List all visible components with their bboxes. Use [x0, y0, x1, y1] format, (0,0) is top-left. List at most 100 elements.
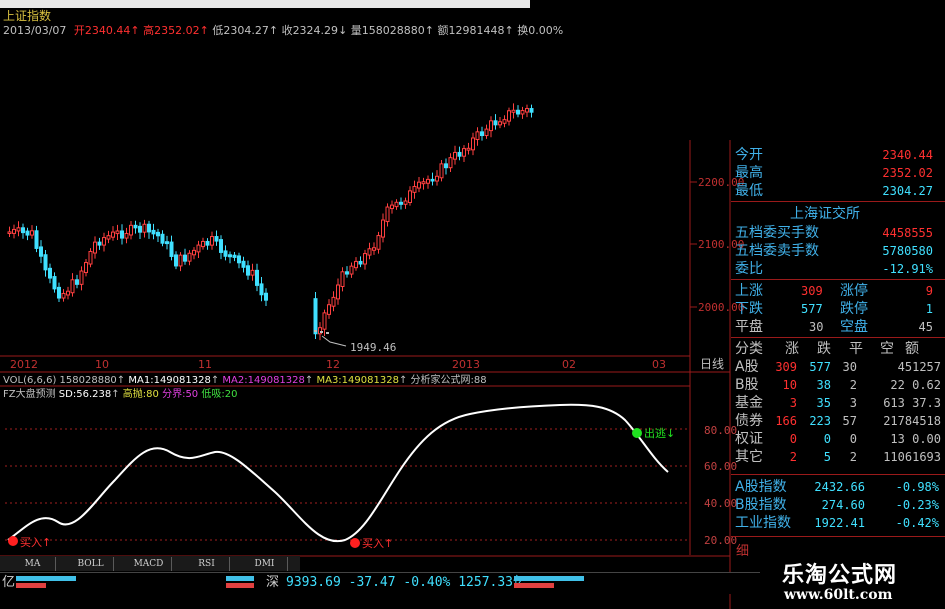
candle-body — [426, 178, 430, 184]
quote-row-open: 今开 2340.44 — [735, 147, 933, 163]
breadth-bar-2 — [16, 583, 46, 588]
index-row[interactable]: A股指数 2432.66 -0.98% — [735, 478, 943, 496]
classification-row: 其它 2 5 2 11061693 — [735, 449, 941, 465]
time-label-11: 11 — [198, 358, 212, 371]
candle-body — [129, 224, 133, 236]
candle-body — [232, 254, 237, 258]
indicator-curve — [7, 403, 669, 543]
candle-body — [484, 128, 489, 137]
index-row[interactable]: 工业指数 1922.41 -0.42% — [735, 514, 943, 532]
candle-body — [471, 137, 475, 151]
candle-body — [385, 206, 390, 223]
breadth-bar-1 — [16, 576, 76, 581]
candle-body — [502, 119, 507, 124]
candle-body — [507, 110, 511, 122]
candle-body — [84, 262, 88, 274]
candle-body — [489, 120, 493, 132]
candle-body — [120, 230, 124, 239]
low-price-marker: 1949.46 — [350, 341, 397, 354]
classification-row: 债券 166 223 57 21784518 — [735, 413, 941, 429]
candle-body — [259, 283, 264, 296]
candle-body — [313, 298, 318, 335]
candle-body — [381, 219, 385, 238]
ma2-text: MA2:149081328 — [222, 375, 305, 386]
candle-body — [453, 151, 457, 160]
candle-body — [142, 223, 147, 233]
classification-row: A股 309 577 30 451257 — [735, 359, 941, 375]
candle-body — [210, 236, 214, 246]
candle-body — [412, 186, 417, 193]
tab-ma[interactable]: MA — [10, 557, 56, 571]
candle-body — [363, 253, 367, 265]
candle-body — [367, 248, 372, 256]
candle-body — [376, 235, 381, 250]
tab-dmi[interactable]: DMI — [242, 557, 288, 571]
candle-body — [250, 269, 255, 276]
classification-row: 基金 3 35 3 613 37.3 — [735, 395, 941, 411]
candle-body — [12, 228, 16, 234]
index-row[interactable]: B股指数 274.60 -0.23% — [735, 496, 943, 514]
buy-depth-row: 五档委买手数 4458555 — [735, 225, 933, 241]
buy-signal-dot-2 — [350, 538, 360, 548]
candle-body — [417, 181, 421, 189]
candle-body — [457, 151, 462, 157]
tab-rsi[interactable]: RSI — [184, 557, 230, 571]
status-unit-left: 亿 — [2, 575, 16, 590]
candle-body — [219, 239, 223, 253]
candle-body — [57, 286, 61, 299]
candle-body — [408, 190, 412, 204]
candle-body — [61, 292, 66, 299]
candle-body — [88, 251, 93, 265]
candle-body — [255, 269, 259, 286]
time-label-2013: 2013 — [452, 358, 480, 371]
watermark-box: 乐淘公式网 www.60lt.com — [760, 553, 945, 609]
market-label: 深 — [266, 575, 280, 590]
candle-body — [25, 230, 30, 236]
down-row: 下跌 577 跌停 1 — [735, 301, 933, 317]
candle-body — [466, 147, 471, 151]
ma1-text: MA1:149081328 — [128, 375, 211, 386]
candle-body — [138, 225, 142, 233]
classification-header: 分类 涨 跌 平 空 额 — [735, 341, 919, 357]
candle-body — [156, 231, 160, 237]
tab-macd[interactable]: MACD — [126, 557, 172, 571]
candle-body — [201, 240, 205, 248]
indicator-info-line: FZ大盘预测 SD:56.238↑ 高抛:80 分界:50 低吸:20 — [3, 389, 238, 400]
candle-body — [498, 121, 502, 126]
buy-signal-dot-1 — [8, 536, 18, 546]
tab-boll[interactable]: BOLL — [68, 557, 114, 571]
candle-body — [93, 241, 97, 254]
buy-signal-label-1: 买入↑ — [20, 536, 52, 549]
candle-body — [403, 200, 408, 205]
candle-body — [133, 224, 138, 229]
candle-body — [520, 110, 525, 115]
breadth-bar-3 — [226, 576, 254, 581]
formula-note: 分析家公式网:88 — [410, 375, 487, 386]
candle-body — [151, 229, 156, 235]
candle-body — [314, 330, 317, 332]
candle-body — [399, 201, 403, 205]
candle-body — [97, 241, 102, 246]
candle-body — [48, 267, 52, 279]
candle-body — [327, 304, 331, 315]
candle-body — [178, 254, 183, 267]
time-label-10: 10 — [95, 358, 109, 371]
candle-body — [214, 236, 219, 242]
candle-body — [354, 260, 358, 269]
candle-body — [228, 254, 232, 258]
candle-body — [7, 231, 12, 234]
volume-text: VOL(6,6,6) 158028880 — [3, 375, 117, 386]
candle-body — [115, 230, 120, 235]
time-label-03: 03 — [652, 358, 666, 371]
candle-body — [16, 227, 21, 232]
candle-body — [79, 270, 84, 285]
candle-body — [511, 109, 516, 113]
candle-body — [196, 244, 201, 253]
candle-body — [320, 331, 323, 333]
candle-body — [147, 223, 151, 233]
candle-body — [66, 290, 70, 296]
candle-body — [106, 235, 111, 240]
flat-row: 平盘 30 空盘 45 — [735, 319, 933, 335]
candle-body — [70, 279, 75, 294]
period-daily-label[interactable]: 日线 — [700, 358, 724, 371]
